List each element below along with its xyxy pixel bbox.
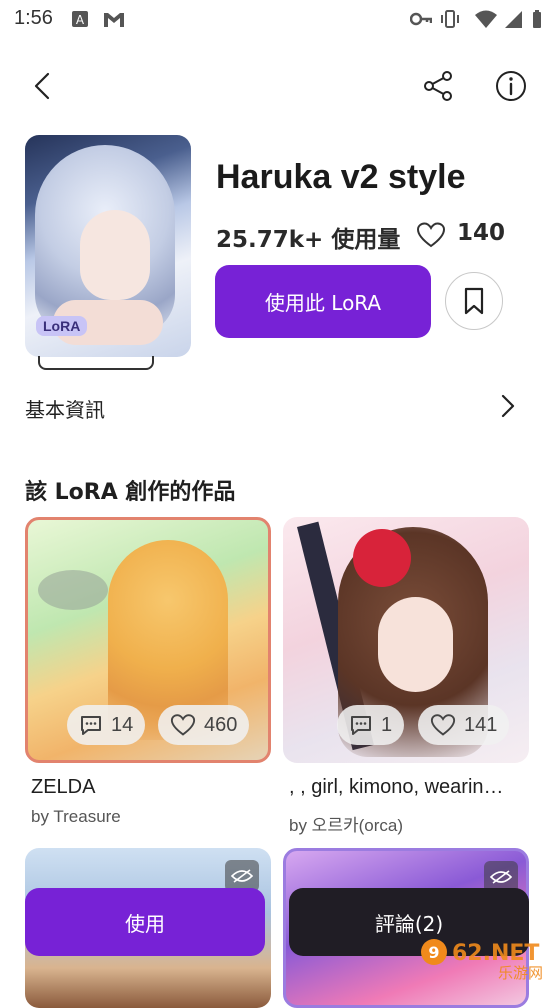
wifi-icon — [475, 10, 497, 28]
svg-text:乐游网: 乐游网 — [498, 964, 543, 982]
use-lora-button[interactable]: 使用此 LoRA — [215, 265, 431, 338]
like-count: 140 — [457, 220, 506, 246]
like-count: 141 — [464, 713, 498, 736]
status-time: 1:56 — [14, 7, 53, 29]
works-section-title: 該 LoRA 創作的作品 — [25, 480, 236, 505]
work-author[interactable]: by 오르카(orca) — [289, 811, 403, 836]
status-bar: 1:56 A — [0, 0, 554, 38]
comment-icon — [81, 716, 101, 735]
like-count-pill[interactable]: 460 — [158, 705, 250, 745]
comment-count: 14 — [111, 713, 134, 736]
signal-icon — [505, 11, 522, 28]
bookmark-icon — [464, 287, 484, 315]
work-title[interactable]: ZELDA — [31, 776, 95, 799]
comment-count-pill[interactable]: 1 — [337, 705, 405, 745]
heart-icon — [170, 714, 196, 736]
cover-underline — [38, 356, 154, 370]
info-icon[interactable] — [493, 68, 529, 104]
a-badge-icon: A — [72, 11, 88, 27]
usage-count: 25.77k+ 使用量 — [216, 227, 401, 253]
svg-text:62.NET: 62.NET — [452, 941, 539, 966]
basic-info-label[interactable]: 基本資訊 — [25, 394, 105, 423]
comment-count-pill[interactable]: 14 — [67, 705, 146, 745]
battery-icon — [533, 10, 541, 28]
like-count-pill[interactable]: 141 — [418, 705, 510, 745]
share-icon[interactable] — [420, 68, 456, 104]
like-count: 460 — [204, 713, 238, 736]
gmail-icon — [104, 13, 124, 27]
work-title[interactable]: , , girl, kimono, wearin… — [289, 776, 504, 799]
work-author[interactable]: by Treasure — [31, 807, 121, 827]
back-icon[interactable] — [26, 68, 62, 104]
model-title: Haruka v2 style — [216, 158, 466, 196]
bookmark-button[interactable] — [445, 272, 503, 330]
lora-badge: LoRA — [36, 316, 88, 336]
heart-icon[interactable] — [416, 221, 446, 249]
watermark-logo: 9 62.NET 乐游网 — [421, 939, 543, 982]
heart-icon — [430, 714, 456, 736]
svg-text:9: 9 — [428, 943, 439, 962]
comment-count: 1 — [381, 713, 393, 736]
use-button[interactable]: 使用 — [25, 888, 265, 956]
chevron-right-icon[interactable] — [496, 392, 520, 420]
comment-icon — [351, 716, 371, 735]
svg-text:A: A — [76, 13, 85, 27]
key-icon — [410, 12, 432, 26]
vibrate-icon — [441, 10, 459, 28]
